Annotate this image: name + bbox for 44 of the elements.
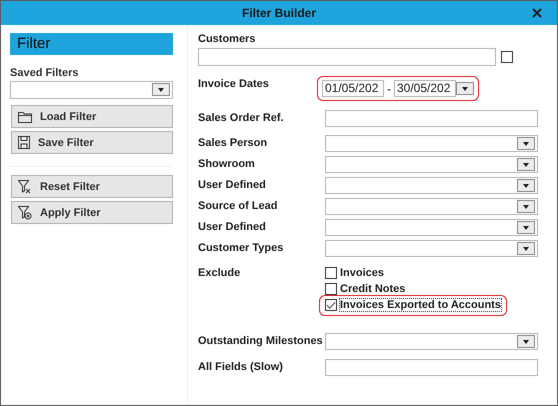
filter-clear-icon bbox=[18, 180, 32, 194]
dropdown-field[interactable] bbox=[325, 156, 538, 173]
dropdown-field[interactable] bbox=[325, 135, 538, 152]
close-icon[interactable] bbox=[532, 8, 542, 18]
dropdown-field[interactable] bbox=[325, 177, 538, 194]
field-label: Sales Person bbox=[198, 136, 268, 151]
field-label: Customers bbox=[198, 33, 256, 45]
checkbox[interactable] bbox=[325, 299, 337, 311]
checkbox-label[interactable]: Invoices Exported to Accounts bbox=[340, 299, 501, 311]
save-icon bbox=[18, 136, 30, 149]
sidebar-button[interactable]: Reset Filter bbox=[11, 175, 173, 198]
dropdown-field[interactable] bbox=[325, 240, 538, 257]
field-label: All Fields (Slow) bbox=[198, 360, 284, 375]
dropdown-field[interactable] bbox=[325, 219, 538, 236]
checkbox[interactable] bbox=[501, 51, 513, 63]
dropdown-field[interactable] bbox=[325, 333, 538, 350]
field-label: Sales Order Ref. bbox=[198, 111, 285, 126]
field-label: User Defined bbox=[198, 178, 267, 193]
range-dash: - bbox=[387, 82, 391, 96]
text-field[interactable] bbox=[325, 359, 538, 376]
customers-field[interactable] bbox=[198, 48, 496, 66]
field-label: Customer Types bbox=[198, 241, 284, 256]
checkbox[interactable] bbox=[325, 283, 337, 295]
field-label: Outstanding Milestones bbox=[198, 334, 324, 349]
field-label: Source of Lead bbox=[198, 199, 278, 214]
field-label: User Defined bbox=[198, 220, 267, 235]
field-label: Invoice Dates bbox=[198, 77, 270, 92]
sidebar-heading: Filter bbox=[10, 33, 173, 55]
text-field[interactable] bbox=[325, 110, 538, 127]
date-field[interactable]: 30/05/202 bbox=[394, 80, 456, 97]
checkbox[interactable] bbox=[325, 267, 337, 279]
date-field[interactable]: 01/05/202 bbox=[322, 80, 384, 97]
folder-icon bbox=[18, 110, 32, 122]
sidebar-button[interactable]: Load Filter bbox=[11, 105, 173, 128]
field-label: Exclude bbox=[198, 266, 242, 281]
saved-filters-label: Saved Filters bbox=[10, 67, 80, 79]
sidebar-button[interactable]: Apply Filter bbox=[11, 201, 173, 224]
dropdown-field[interactable] bbox=[325, 198, 538, 215]
window-title: Filter Builder bbox=[242, 6, 316, 20]
checkbox-label[interactable]: Invoices bbox=[340, 267, 384, 279]
field-label: Showroom bbox=[198, 157, 256, 172]
checkbox-label[interactable]: Credit Notes bbox=[340, 283, 406, 295]
filter-apply-icon bbox=[18, 206, 32, 220]
sidebar-button[interactable]: Save Filter bbox=[11, 131, 173, 154]
